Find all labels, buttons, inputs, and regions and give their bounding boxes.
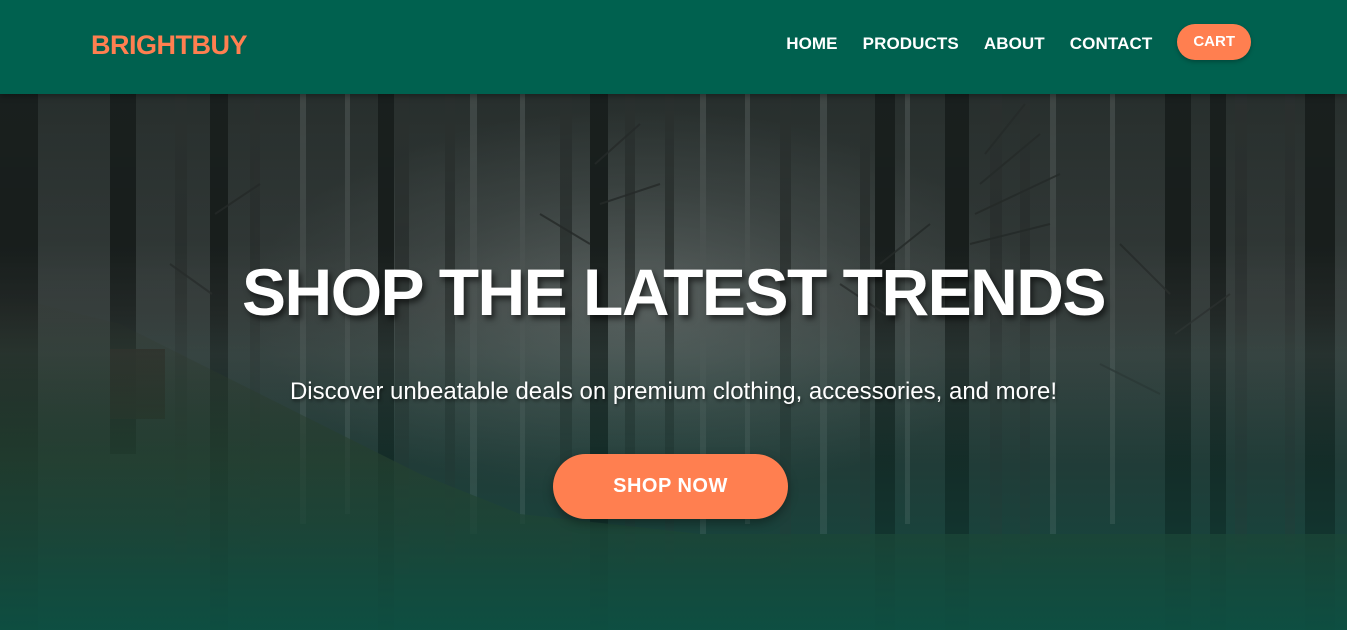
brand-logo[interactable]: BRIGHTBUY (91, 29, 248, 61)
nav-link-products[interactable]: PRODUCTS (863, 34, 959, 54)
page: BRIGHTBUY HOME PRODUCTS ABOUT CONTACT CA… (0, 0, 1347, 630)
hero-title: SHOP THE LATEST TRENDS (242, 255, 1106, 329)
nav-link-contact[interactable]: CONTACT (1070, 34, 1153, 54)
hero-subtitle: Discover unbeatable deals on premium clo… (289, 378, 1058, 405)
main-nav: HOME PRODUCTS ABOUT CONTACT CART (786, 0, 1251, 88)
nav-link-about[interactable]: ABOUT (984, 34, 1045, 54)
shop-now-button[interactable]: SHOP NOW (553, 454, 788, 519)
hero-overlay (0, 94, 1347, 630)
hero-section: SHOP THE LATEST TRENDS Discover unbeatab… (0, 94, 1347, 630)
site-header: BRIGHTBUY HOME PRODUCTS ABOUT CONTACT CA… (0, 0, 1347, 94)
nav-link-home[interactable]: HOME (786, 34, 837, 54)
cart-button[interactable]: CART (1177, 24, 1251, 60)
